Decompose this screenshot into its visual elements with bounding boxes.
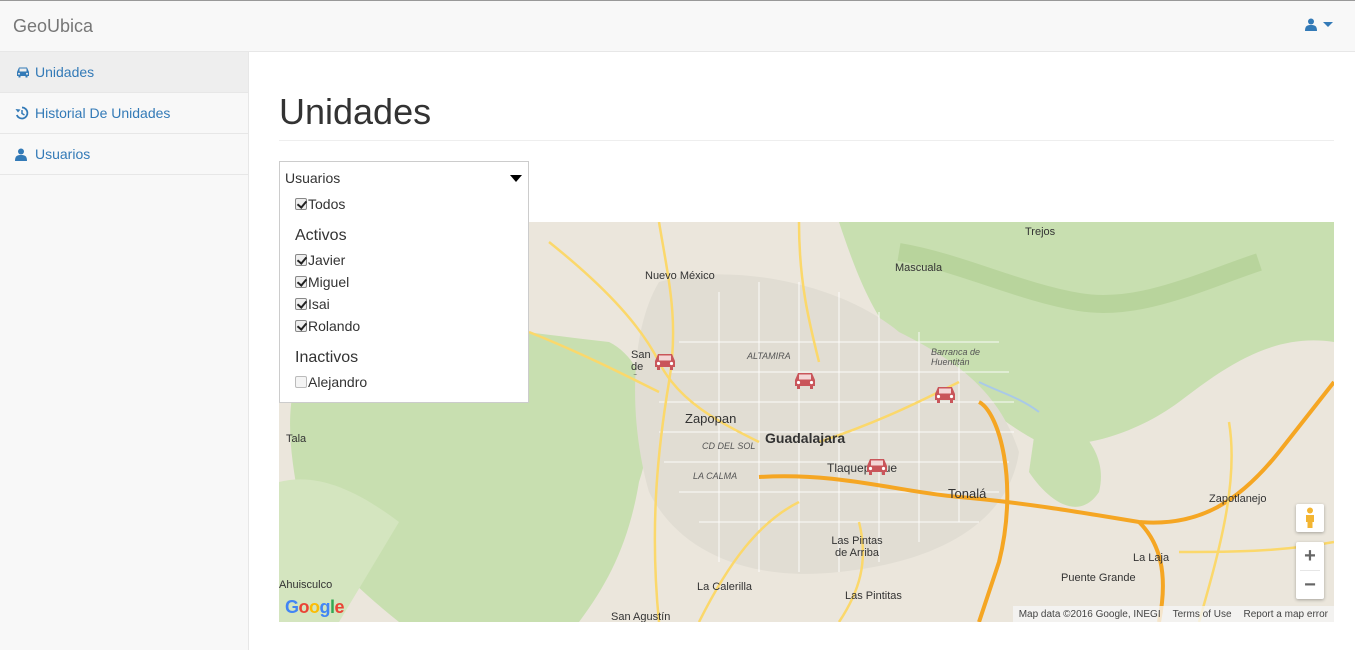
sidebar-item-label: Historial De Unidades bbox=[35, 105, 171, 121]
map-label: ALTAMIRA bbox=[747, 351, 791, 361]
map-label: LA CALMA bbox=[693, 471, 738, 481]
street-view-pegman-button[interactable] bbox=[1296, 504, 1324, 532]
map-label: CD DEL SOL bbox=[702, 441, 756, 451]
zoom-in-button[interactable]: + bbox=[1296, 542, 1324, 570]
map-label: Puente Grande bbox=[1061, 572, 1136, 584]
checkbox[interactable] bbox=[295, 376, 307, 388]
user-menu-toggle[interactable] bbox=[1305, 18, 1333, 31]
map-label: Zapotlanejo bbox=[1209, 493, 1267, 505]
checkbox[interactable] bbox=[295, 254, 307, 266]
google-logo: Google bbox=[285, 597, 345, 617]
checkbox-isai[interactable]: Isai bbox=[295, 296, 330, 312]
checkbox-label: Rolando bbox=[308, 318, 361, 334]
brand-logo[interactable]: GeoUbica bbox=[13, 16, 93, 37]
divider bbox=[279, 140, 1334, 141]
sidebar: Unidades Historial De Unidades Usuarios bbox=[0, 52, 249, 650]
user-icon bbox=[15, 147, 31, 161]
map-label: Tala bbox=[286, 433, 307, 445]
user-icon bbox=[1305, 18, 1317, 31]
checkbox-label: Alejandro bbox=[308, 374, 368, 390]
checkbox-miguel[interactable]: Miguel bbox=[295, 274, 349, 290]
map-label: Nuevo México bbox=[645, 270, 715, 282]
car-icon bbox=[15, 65, 31, 79]
sidebar-item-label: Unidades bbox=[35, 64, 95, 80]
map-label: Ahuisculco bbox=[279, 579, 333, 591]
checkbox-alejandro[interactable]: Alejandro bbox=[295, 374, 367, 390]
checkbox-label: Miguel bbox=[308, 274, 350, 290]
car-marker-icon[interactable] bbox=[653, 351, 677, 371]
chevron-down-icon bbox=[1323, 22, 1333, 27]
map-label: Zapopan bbox=[685, 411, 737, 426]
checkbox-todos[interactable]: Todos bbox=[295, 196, 345, 212]
attribution-text: Map data ©2016 Google, INEGI bbox=[1018, 608, 1161, 620]
report-error-link[interactable]: Report a map error bbox=[1244, 609, 1328, 620]
car-marker-icon[interactable] bbox=[865, 456, 889, 476]
car-marker-icon[interactable] bbox=[933, 384, 957, 404]
top-navbar: GeoUbica bbox=[0, 0, 1355, 52]
checkbox-label: Todos bbox=[308, 196, 346, 212]
group-heading-inactivos: Inactivos bbox=[295, 349, 359, 366]
user-filter-dropdown: Usuarios Todos Activos Javier Miguel Isa… bbox=[279, 161, 529, 403]
checkbox-label: Javier bbox=[308, 252, 346, 268]
checkbox-javier[interactable]: Javier bbox=[295, 252, 345, 268]
zoom-control: + − bbox=[1296, 542, 1324, 599]
map-label: Las Pintas de Arriba bbox=[831, 535, 883, 559]
car-marker-icon[interactable] bbox=[793, 370, 817, 390]
zoom-out-button[interactable]: − bbox=[1296, 571, 1324, 599]
map-label: Tonalá bbox=[948, 486, 987, 501]
sidebar-item-usuarios[interactable]: Usuarios bbox=[0, 134, 248, 175]
filter-header[interactable]: Usuarios bbox=[285, 170, 340, 186]
map-attribution: Map data ©2016 Google, INEGI Terms of Us… bbox=[1012, 606, 1334, 622]
map-label: Guadalajara bbox=[765, 430, 846, 446]
checkbox[interactable] bbox=[295, 320, 307, 332]
checkbox[interactable] bbox=[295, 298, 307, 310]
pegman-icon bbox=[1306, 507, 1314, 528]
map-label: Las Pintitas bbox=[845, 590, 902, 602]
sidebar-item-historial[interactable]: Historial De Unidades bbox=[0, 93, 248, 134]
checkbox[interactable] bbox=[295, 276, 307, 288]
sidebar-item-label: Usuarios bbox=[35, 146, 91, 162]
checkbox[interactable] bbox=[295, 198, 307, 210]
map-label: La Laja bbox=[1133, 552, 1170, 564]
map-label: La Calerilla bbox=[697, 581, 753, 593]
sidebar-item-unidades[interactable]: Unidades bbox=[0, 52, 248, 93]
history-icon bbox=[15, 106, 31, 120]
map-label: Trejos bbox=[1025, 226, 1056, 238]
caret-down-icon[interactable] bbox=[510, 175, 522, 182]
map-label: San Agustín bbox=[611, 611, 671, 622]
checkbox-rolando[interactable]: Rolando bbox=[295, 318, 360, 334]
checkbox-label: Isai bbox=[308, 296, 330, 312]
map-label: Mascuala bbox=[895, 262, 943, 274]
map-label: Barranca de Huentitán bbox=[931, 347, 981, 367]
terms-link[interactable]: Terms of Use bbox=[1173, 609, 1232, 620]
page-title: Unidades bbox=[279, 91, 432, 132]
group-heading-activos: Activos bbox=[295, 227, 347, 244]
